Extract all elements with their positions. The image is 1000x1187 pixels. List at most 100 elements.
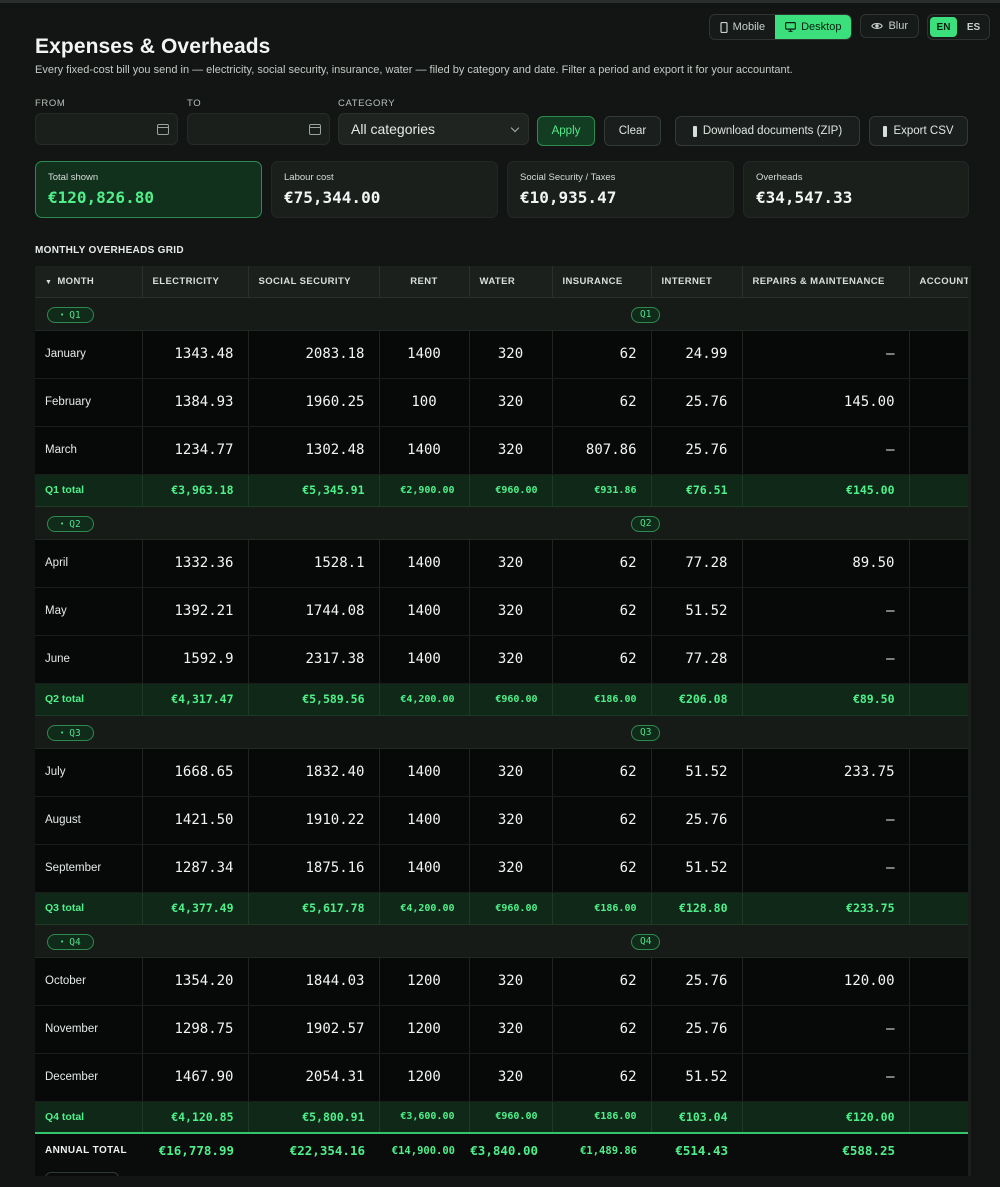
value-cell[interactable]: 1744.08 (248, 587, 380, 636)
from-date-field[interactable] (35, 113, 178, 145)
value-cell[interactable]: 1844.03 (248, 957, 380, 1006)
value-cell[interactable]: 51.52 (651, 587, 743, 636)
value-cell[interactable]: – (742, 635, 910, 684)
value-cell[interactable]: 320 (469, 587, 553, 636)
column-header-electricity[interactable]: ELECTRICITY (142, 266, 249, 298)
column-header-water[interactable]: WATER (469, 266, 553, 298)
value-cell[interactable]: 1902.57 (248, 1005, 380, 1054)
grid-scrollbar[interactable] (968, 266, 971, 1176)
value-cell[interactable]: 2054.31 (248, 1053, 380, 1102)
value-cell[interactable]: 25.76 (651, 1005, 743, 1054)
value-cell[interactable]: 233.75 (742, 748, 910, 797)
value-cell[interactable]: 62 (552, 378, 652, 427)
value-cell[interactable]: – (742, 330, 910, 379)
column-header-internet[interactable]: INTERNET (651, 266, 743, 298)
export-csv-button[interactable]: Export CSV (869, 116, 968, 146)
value-cell[interactable]: 320 (469, 426, 553, 475)
value-cell[interactable]: 1302.48 (248, 426, 380, 475)
value-cell[interactable]: 100 (379, 378, 470, 427)
column-header-repairs[interactable]: REPAIRS & MAINTENANCE (742, 266, 910, 298)
value-cell[interactable]: 1332.36 (142, 539, 249, 588)
value-cell[interactable]: 145.00 (742, 378, 910, 427)
value-cell[interactable]: 1528.1 (248, 539, 380, 588)
value-cell[interactable] (909, 1005, 968, 1054)
value-cell[interactable]: 62 (552, 1005, 652, 1054)
value-cell[interactable]: 807.86 (552, 426, 652, 475)
value-cell[interactable]: 51.52 (651, 748, 743, 797)
column-header-social-security[interactable]: SOCIAL SECURITY (248, 266, 380, 298)
value-cell[interactable]: 62 (552, 1053, 652, 1102)
value-cell[interactable]: 62 (552, 796, 652, 845)
quarter-collapse-pill[interactable]: • Q4 (47, 934, 94, 950)
value-cell[interactable]: 1384.93 (142, 378, 249, 427)
quarter-collapse-pill[interactable]: • Q1 (47, 307, 94, 323)
lang-en-button[interactable]: EN (930, 17, 957, 37)
value-cell[interactable]: 1910.22 (248, 796, 380, 845)
value-cell[interactable]: 25.76 (651, 426, 743, 475)
value-cell[interactable]: 62 (552, 957, 652, 1006)
value-cell[interactable]: – (742, 426, 910, 475)
value-cell[interactable]: 120.00 (742, 957, 910, 1006)
value-cell[interactable]: 320 (469, 1005, 553, 1054)
value-cell[interactable]: 62 (552, 539, 652, 588)
value-cell[interactable]: 1392.21 (142, 587, 249, 636)
value-cell[interactable]: 1668.65 (142, 748, 249, 797)
value-cell[interactable]: 62 (552, 844, 652, 893)
value-cell[interactable] (909, 426, 968, 475)
value-cell[interactable]: 320 (469, 748, 553, 797)
value-cell[interactable]: 1832.40 (248, 748, 380, 797)
value-cell[interactable]: 24.99 (651, 330, 743, 379)
value-cell[interactable] (909, 587, 968, 636)
value-cell[interactable]: 320 (469, 796, 553, 845)
view-mobile-button[interactable]: Mobile (710, 15, 775, 39)
value-cell[interactable]: 1234.77 (142, 426, 249, 475)
category-select[interactable]: All categories (338, 113, 529, 145)
value-cell[interactable] (909, 330, 968, 379)
column-header-rent[interactable]: RENT (379, 266, 470, 298)
value-cell[interactable]: 1400 (379, 796, 470, 845)
value-cell[interactable]: 320 (469, 330, 553, 379)
value-cell[interactable] (909, 1053, 968, 1102)
value-cell[interactable] (909, 748, 968, 797)
value-cell[interactable]: 1354.20 (142, 957, 249, 1006)
value-cell[interactable]: 77.28 (651, 539, 743, 588)
value-cell[interactable]: 1400 (379, 635, 470, 684)
value-cell[interactable]: 320 (469, 844, 553, 893)
value-cell[interactable]: 1287.34 (142, 844, 249, 893)
value-cell[interactable]: 320 (469, 635, 553, 684)
value-cell[interactable] (909, 378, 968, 427)
value-cell[interactable]: 25.76 (651, 957, 743, 1006)
value-cell[interactable]: 1200 (379, 1053, 470, 1102)
blur-button[interactable]: Blur (860, 14, 919, 38)
quarter-collapse-pill[interactable]: • Q3 (47, 725, 94, 741)
value-cell[interactable]: – (742, 844, 910, 893)
value-cell[interactable]: 320 (469, 539, 553, 588)
value-cell[interactable]: 62 (552, 587, 652, 636)
value-cell[interactable]: 1421.50 (142, 796, 249, 845)
value-cell[interactable]: – (742, 1053, 910, 1102)
value-cell[interactable] (909, 844, 968, 893)
value-cell[interactable]: 1400 (379, 330, 470, 379)
column-header-insurance[interactable]: INSURANCE (552, 266, 652, 298)
overheads-grid[interactable]: ▼ MONTH ELECTRICITY SOCIAL SECURITY RENT … (35, 266, 968, 1176)
quarter-collapse-pill[interactable]: • Q2 (47, 516, 94, 532)
value-cell[interactable]: 1400 (379, 844, 470, 893)
value-cell[interactable]: 1298.75 (142, 1005, 249, 1054)
footer-control[interactable] (45, 1172, 119, 1176)
value-cell[interactable]: – (742, 796, 910, 845)
value-cell[interactable]: – (742, 587, 910, 636)
clear-button[interactable]: Clear (604, 116, 661, 146)
column-header-accounting[interactable]: ACCOUNTING (909, 266, 968, 298)
value-cell[interactable]: 25.76 (651, 796, 743, 845)
view-desktop-button[interactable]: Desktop (775, 15, 852, 39)
value-cell[interactable]: 320 (469, 957, 553, 1006)
value-cell[interactable]: 62 (552, 330, 652, 379)
to-date-field[interactable] (187, 113, 330, 145)
value-cell[interactable]: 1467.90 (142, 1053, 249, 1102)
value-cell[interactable]: 25.76 (651, 378, 743, 427)
value-cell[interactable]: 1200 (379, 1005, 470, 1054)
value-cell[interactable]: 1960.25 (248, 378, 380, 427)
value-cell[interactable]: – (742, 1005, 910, 1054)
value-cell[interactable] (909, 796, 968, 845)
value-cell[interactable] (909, 957, 968, 1006)
